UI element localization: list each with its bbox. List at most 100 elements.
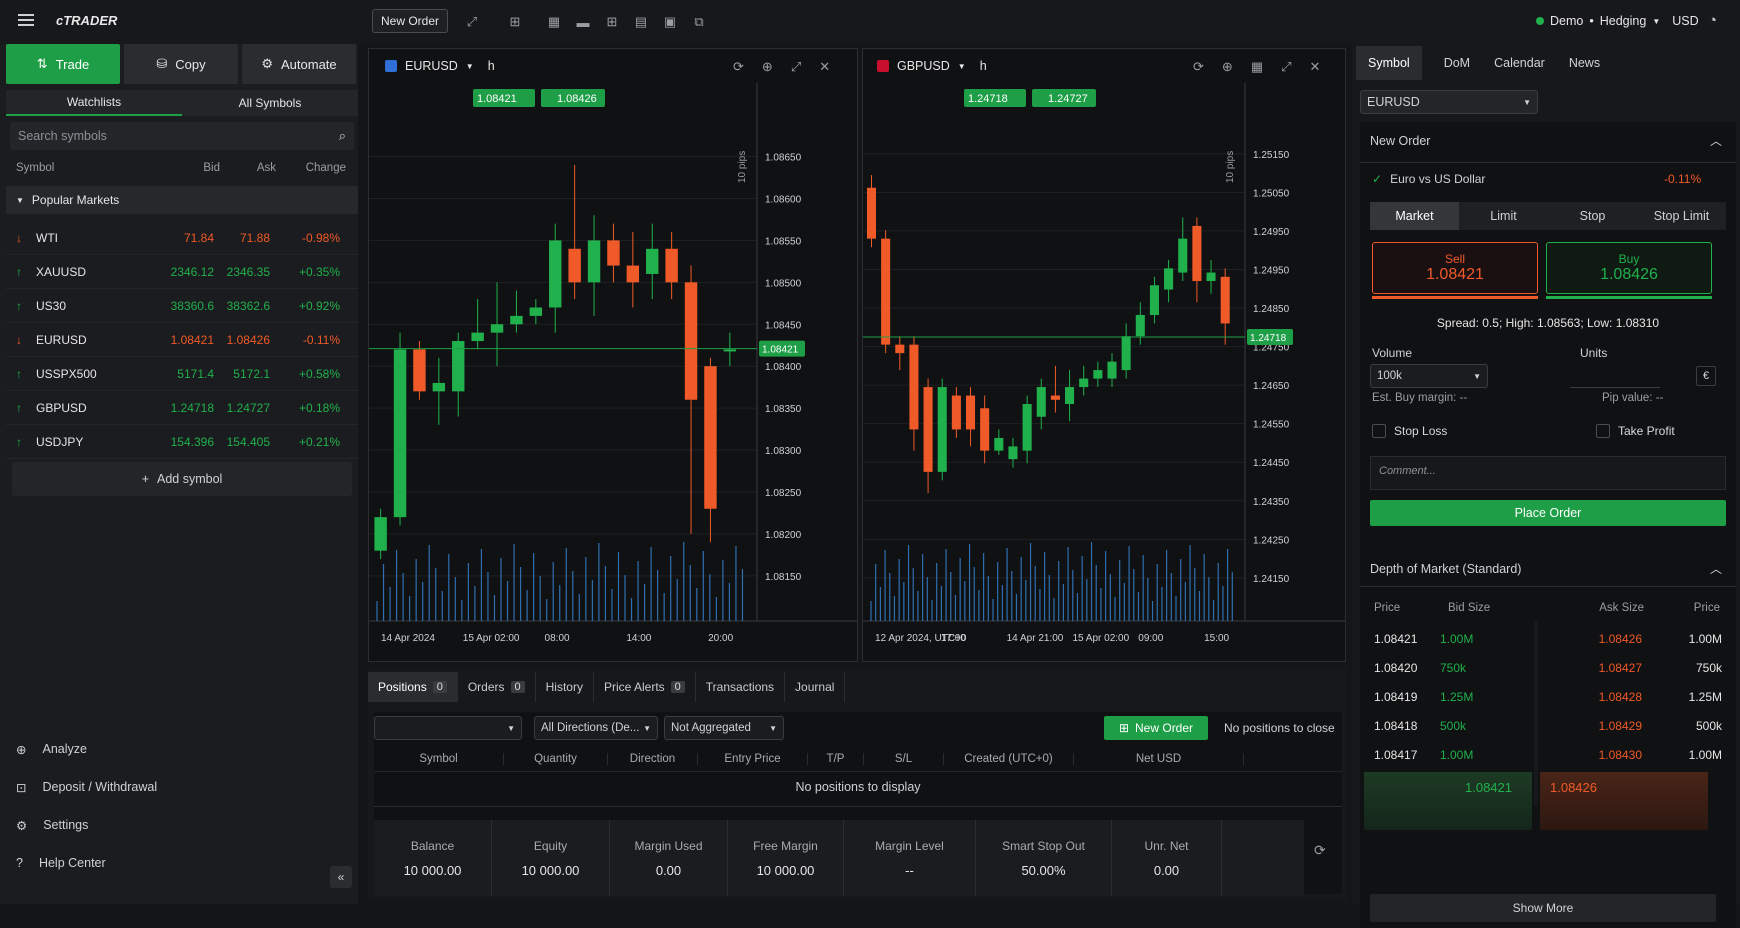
chart-gbpusd[interactable]: GBPUSD ▼ h ⟳ ⊕ ▦ ⤢ ✕ 1.25150 1.25050 1.24950 1.2… <box>862 48 1346 662</box>
dom-ask-size[interactable]: 1.00M <box>1642 632 1722 646</box>
watchlist-row[interactable]: ↑ USDJPY 154.396 154.405 +0.21% <box>6 425 358 459</box>
col-s-l[interactable]: S/L <box>864 752 944 765</box>
dom-ask-size[interactable]: 1.00M <box>1642 748 1722 762</box>
sell-button[interactable]: Sell 1.08421 <box>1372 242 1538 294</box>
chart-edit-icon[interactable]: ⤢ <box>463 13 481 31</box>
dom-bid-price[interactable]: 1.08419 <box>1364 690 1440 704</box>
chart-symbol[interactable]: EURUSD <box>405 59 458 73</box>
expand-icon[interactable]: ⤢ <box>791 59 801 75</box>
col-created-utc-0-[interactable]: Created (UTC+0) <box>944 752 1074 765</box>
aggregation-filter[interactable]: Not Aggregated ▼ <box>664 716 784 740</box>
symbol-filter[interactable]: ▼ <box>374 716 522 740</box>
dom-bid-size[interactable]: 1.25M <box>1440 690 1528 704</box>
sync-icon[interactable]: ⟳ <box>1193 59 1204 75</box>
tab-calendar[interactable]: Calendar <box>1482 46 1557 80</box>
tab-dom[interactable]: DoM <box>1432 46 1482 80</box>
dom-bid-size[interactable]: 1.00M <box>1440 748 1528 762</box>
search-icon[interactable]: ⌕ <box>339 128 346 144</box>
dom-bid-price[interactable]: 1.08421 <box>1364 632 1440 646</box>
watchlist-row[interactable]: ↓ WTI 71.84 71.88 -0.98% <box>6 221 358 255</box>
account-status[interactable]: Demo • Hedging ▼ USD <box>1536 14 1699 28</box>
new-order-button[interactable]: ⊞ New Order <box>1104 716 1208 740</box>
add-symbol-button[interactable]: + Add symbol <box>12 462 352 496</box>
tab-trade[interactable]: ⇅ Trade <box>6 44 120 84</box>
units-input[interactable] <box>1570 364 1660 388</box>
dom-ask-price[interactable]: 1.08426 <box>1528 632 1642 646</box>
chart-eurusd[interactable]: EURUSD ▼ h ⟳ ⊕ ⤢ ✕ 1.08650 1.08600 1.08550 1.08… <box>368 48 858 662</box>
new-order-button[interactable]: New Order <box>372 9 449 33</box>
tab-automate[interactable]: ⚙ Automate <box>242 44 356 84</box>
crosshair-icon[interactable]: ⊕ <box>762 59 773 75</box>
symbol-select[interactable]: EURUSD ▼ <box>1360 90 1538 114</box>
tab-copy[interactable]: ⛁ Copy <box>124 44 238 84</box>
layout-grid-icon[interactable]: ▦ <box>545 13 563 31</box>
menu-icon[interactable] <box>18 14 34 26</box>
tab-news[interactable]: News <box>1557 46 1612 80</box>
watchlist-row[interactable]: ↑ USSPX500 5171.4 5172.1 +0.58% <box>6 357 358 391</box>
chart-canvas[interactable]: 1.25150 1.25050 1.24950 1.24950 1.24850 1.247… <box>863 83 1345 661</box>
profile-icon[interactable]: ◔ <box>1708 12 1724 30</box>
currency-toggle[interactable]: € <box>1696 366 1716 386</box>
dom-bid-size[interactable]: 500k <box>1440 719 1528 733</box>
tab-transactions[interactable]: Transactions <box>696 672 786 702</box>
show-more-button[interactable]: Show More <box>1370 894 1716 922</box>
col-quantity[interactable]: Quantity <box>504 752 608 765</box>
collapse-icon[interactable]: ︿ <box>1710 560 1722 577</box>
nav-settings[interactable]: ⚙ Settings <box>0 806 358 844</box>
dom-ask-size[interactable]: 750k <box>1642 661 1722 675</box>
dom-bid-price[interactable]: 1.08418 <box>1364 719 1440 733</box>
chart-timeframe[interactable]: h <box>488 59 495 73</box>
watchlist-row[interactable]: ↓ EURUSD 1.08421 1.08426 -0.11% <box>6 323 358 357</box>
dom-ask-size[interactable]: 500k <box>1642 719 1722 733</box>
direction-filter[interactable]: All Directions (De... ▼ <box>534 716 658 740</box>
col-t-p[interactable]: T/P <box>808 752 864 765</box>
dom-bid-price[interactable]: 1.08417 <box>1364 748 1440 762</box>
tab-all-symbols[interactable]: All Symbols <box>182 90 358 116</box>
dom-ask-size[interactable]: 1.25M <box>1642 690 1722 704</box>
sync-icon[interactable]: ⟳ <box>733 59 744 75</box>
crosshair-icon[interactable]: ⊕ <box>1222 59 1233 75</box>
layout-split-icon[interactable]: ▤ <box>632 13 650 31</box>
search-box[interactable]: Search symbols ⌕ <box>10 122 354 150</box>
close-icon[interactable]: ✕ <box>1310 59 1321 75</box>
close-icon[interactable]: ✕ <box>819 59 830 75</box>
order-tab-stop-limit[interactable]: Stop Limit <box>1637 202 1726 230</box>
layout-multi-icon[interactable]: ▣ <box>661 13 679 31</box>
tab-orders[interactable]: Orders 0 <box>458 672 536 702</box>
watchlist-row[interactable]: ↑ US30 38360.6 38362.6 +0.92% <box>6 289 358 323</box>
nav-deposit-withdrawal[interactable]: ⊡ Deposit / Withdrawal <box>0 768 358 806</box>
buy-button[interactable]: Buy 1.08426 <box>1546 242 1712 294</box>
dom-ask-price[interactable]: 1.08429 <box>1528 719 1642 733</box>
order-tab-limit[interactable]: Limit <box>1459 202 1548 230</box>
order-tab-stop[interactable]: Stop <box>1548 202 1637 230</box>
tab-journal[interactable]: Journal <box>785 672 846 702</box>
expand-icon[interactable]: ⤢ <box>1281 59 1291 75</box>
chart-timeframe[interactable]: h <box>980 59 987 73</box>
order-tab-market[interactable]: Market <box>1370 202 1459 230</box>
col-symbol[interactable]: Symbol <box>374 752 504 765</box>
chart-symbol[interactable]: GBPUSD <box>897 59 950 73</box>
layout-quad-icon[interactable]: ⊞ <box>603 13 621 31</box>
volume-select[interactable]: 100k ▼ <box>1370 364 1488 388</box>
chart-canvas[interactable]: 1.08650 1.08600 1.08550 1.08500 1.08450 1.084… <box>369 83 857 661</box>
tab-positions[interactable]: Positions 0 <box>368 672 458 702</box>
comment-input[interactable]: Comment... <box>1370 456 1726 490</box>
stop-loss-checkbox[interactable]: Stop Loss <box>1372 424 1447 438</box>
tab-symbol[interactable]: Symbol <box>1356 46 1422 80</box>
tab-watchlists[interactable]: Watchlists <box>6 90 182 116</box>
dom-ask-price[interactable]: 1.08430 <box>1528 748 1642 762</box>
watchlist-row[interactable]: ↑ XAUUSD 2346.12 2346.35 +0.35% <box>6 255 358 289</box>
place-order-button[interactable]: Place Order <box>1370 500 1726 526</box>
nav-analyze[interactable]: ⊕ Analyze <box>0 730 358 768</box>
dom-ask-price[interactable]: 1.08428 <box>1528 690 1642 704</box>
collapse-panel-icon[interactable]: « <box>330 866 352 888</box>
detach-chart-icon[interactable]: ⧉ <box>690 13 708 31</box>
refresh-icon[interactable]: ⟳ <box>1314 842 1326 859</box>
add-chart-icon[interactable]: ⊞ <box>506 13 524 31</box>
calendar-icon[interactable]: ▦ <box>1251 59 1263 75</box>
tab-history[interactable]: History <box>536 672 594 702</box>
layout-single-icon[interactable]: ▬ <box>574 13 592 31</box>
collapse-icon[interactable]: ︿ <box>1710 132 1722 149</box>
dom-bid-size[interactable]: 1.00M <box>1440 632 1528 646</box>
dom-ask-price[interactable]: 1.08427 <box>1528 661 1642 675</box>
